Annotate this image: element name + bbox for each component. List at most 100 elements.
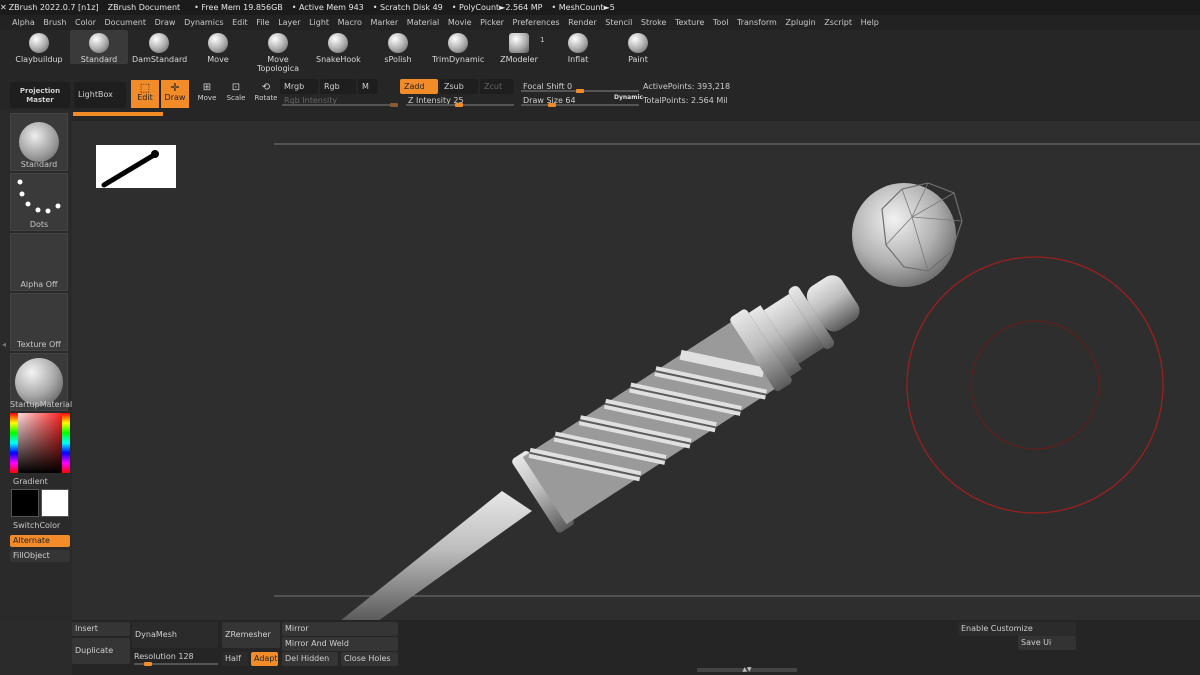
polycount: • PolyCount►2.564 MP bbox=[451, 3, 543, 12]
menu-alpha[interactable]: Alpha bbox=[12, 18, 35, 27]
rgb-intensity-track[interactable] bbox=[282, 103, 398, 107]
menu-zscript[interactable]: Zscript bbox=[824, 18, 852, 27]
resolution-slider[interactable]: Resolution 128 bbox=[134, 652, 220, 661]
brush-claybuildup[interactable]: Claybuildup bbox=[14, 30, 64, 64]
menu-brush[interactable]: Brush bbox=[43, 18, 66, 27]
insert-button[interactable]: Insert bbox=[72, 622, 130, 636]
brush-move-topological[interactable]: Move Topologica bbox=[246, 30, 310, 73]
mirror-and-weld-button[interactable]: Mirror And Weld bbox=[282, 637, 398, 651]
projection-master-button[interactable]: Projection Master bbox=[10, 82, 70, 108]
lightbox-button[interactable]: LightBox bbox=[74, 82, 126, 108]
hue-strip[interactable] bbox=[10, 413, 18, 473]
rotate-button[interactable]: ⟲ Rotate bbox=[252, 80, 280, 108]
alpha-selector-label: Alpha Off bbox=[20, 280, 58, 289]
draw-size-track[interactable] bbox=[521, 103, 639, 107]
move-topological-icon bbox=[268, 33, 288, 53]
hue-strip-right[interactable] bbox=[62, 413, 70, 473]
zremesher-button[interactable]: ZRemesher bbox=[222, 622, 280, 648]
menu-marker[interactable]: Marker bbox=[370, 18, 398, 27]
menu-edit[interactable]: Edit bbox=[232, 18, 248, 27]
menu-picker[interactable]: Picker bbox=[480, 18, 504, 27]
half-button[interactable]: Half bbox=[222, 652, 248, 666]
brush-label: sPolish bbox=[384, 55, 412, 64]
switchcolor-button[interactable]: SwitchColor bbox=[13, 521, 71, 530]
brush-cursor-outer-ring bbox=[906, 256, 1164, 514]
alternate-button[interactable]: Alternate bbox=[10, 535, 70, 547]
menu-preferences[interactable]: Preferences bbox=[513, 18, 560, 27]
viewport-render bbox=[96, 143, 1200, 621]
menu-dynamics[interactable]: Dynamics bbox=[184, 18, 223, 27]
duplicate-button[interactable]: Duplicate bbox=[72, 638, 130, 664]
menu-layer[interactable]: Layer bbox=[278, 18, 300, 27]
menu-render[interactable]: Render bbox=[568, 18, 596, 27]
brush-inflat[interactable]: Inflat bbox=[558, 30, 598, 64]
menu-texture[interactable]: Texture bbox=[675, 18, 704, 27]
sculpted-staff-model bbox=[340, 182, 963, 621]
dynamic-toggle[interactable]: Dynamic bbox=[614, 94, 643, 101]
canvas-viewport[interactable] bbox=[72, 121, 1200, 621]
adapt-button[interactable]: Adapt bbox=[251, 652, 278, 666]
brush-label: Inflat bbox=[567, 55, 589, 64]
move-label: Move bbox=[197, 94, 217, 102]
brush-label: Paint bbox=[628, 55, 648, 64]
save-ui-button[interactable]: Save Ui bbox=[1018, 636, 1076, 650]
secondary-color-swatch[interactable] bbox=[41, 489, 69, 517]
brush-snakehook[interactable]: SnakeHook bbox=[316, 30, 361, 64]
draw-button[interactable]: ✛ Draw bbox=[161, 80, 189, 108]
m-button[interactable]: M bbox=[358, 79, 378, 94]
brush-trimdynamic[interactable]: TrimDynamic bbox=[432, 30, 484, 64]
brush-zmodeler[interactable]: ZModeler bbox=[496, 30, 542, 64]
brush-shelf: Claybuildup Standard DamStandard Move Mo… bbox=[0, 30, 1200, 74]
resolution-track[interactable] bbox=[134, 662, 218, 666]
del-hidden-button[interactable]: Del Hidden bbox=[282, 652, 338, 666]
menu-stencil[interactable]: Stencil bbox=[605, 18, 632, 27]
menu-stroke[interactable]: Stroke bbox=[641, 18, 667, 27]
draw-label: Draw bbox=[164, 93, 186, 102]
zadd-button[interactable]: Zadd bbox=[400, 79, 438, 94]
z-intensity-track[interactable] bbox=[406, 103, 514, 107]
menu-zplugin[interactable]: Zplugin bbox=[785, 18, 815, 27]
fillobject-button[interactable]: FillObject bbox=[10, 550, 70, 562]
menu-draw[interactable]: Draw bbox=[155, 18, 176, 27]
menu-transform[interactable]: Transform bbox=[737, 18, 777, 27]
material-sphere-icon bbox=[15, 358, 63, 406]
gradient-label[interactable]: Gradient bbox=[13, 477, 71, 486]
color-picker[interactable] bbox=[10, 413, 70, 473]
active-mem: • Active Mem 943 bbox=[291, 3, 364, 12]
scale-button[interactable]: ⊡ Scale bbox=[222, 80, 250, 108]
menu-light[interactable]: Light bbox=[309, 18, 329, 27]
collapse-arrow-icon[interactable]: ◂ bbox=[2, 340, 7, 360]
menu-document[interactable]: Document bbox=[105, 18, 146, 27]
menu-material[interactable]: Material bbox=[407, 18, 440, 27]
mrgb-button[interactable]: Mrgb bbox=[280, 79, 318, 94]
brush-damstandard[interactable]: DamStandard bbox=[132, 30, 187, 64]
menu-color[interactable]: Color bbox=[75, 18, 96, 27]
enable-customize-button[interactable]: Enable Customize bbox=[958, 622, 1076, 636]
brush-paint[interactable]: Paint bbox=[616, 30, 660, 64]
menu-movie[interactable]: Movie bbox=[448, 18, 472, 27]
menu-file[interactable]: File bbox=[256, 18, 269, 27]
thumbnail-knob bbox=[151, 150, 159, 158]
rgb-button[interactable]: Rgb bbox=[320, 79, 356, 94]
menu-help[interactable]: Help bbox=[861, 18, 879, 27]
move-button[interactable]: ⊞ Move bbox=[193, 80, 221, 108]
menu-tool[interactable]: Tool bbox=[713, 18, 729, 27]
primary-color-swatch[interactable] bbox=[11, 489, 39, 517]
shelf-toggle-arrows-icon[interactable]: ▲▼ bbox=[697, 667, 797, 673]
lightbox-indicator bbox=[73, 112, 163, 116]
brush-spolish[interactable]: sPolish bbox=[376, 30, 420, 64]
move-brush-icon bbox=[208, 33, 228, 53]
zmodeler-cube-icon bbox=[509, 33, 529, 53]
resolution-value: 128 bbox=[178, 652, 194, 661]
brush-move[interactable]: Move bbox=[196, 30, 240, 64]
close-holes-button[interactable]: Close Holes bbox=[341, 652, 398, 666]
menu-macro[interactable]: Macro bbox=[338, 18, 362, 27]
zcut-button[interactable]: Zcut bbox=[480, 79, 514, 94]
edit-button[interactable]: ⬚ Edit bbox=[131, 80, 159, 108]
mirror-button[interactable]: Mirror bbox=[282, 622, 398, 636]
focal-shift-track[interactable] bbox=[521, 89, 639, 93]
brush-standard[interactable]: Standard bbox=[70, 30, 128, 64]
move-icon: ⊞ bbox=[202, 82, 212, 93]
zsub-button[interactable]: Zsub bbox=[440, 79, 478, 94]
dynamesh-button[interactable]: DynaMesh bbox=[132, 622, 218, 648]
